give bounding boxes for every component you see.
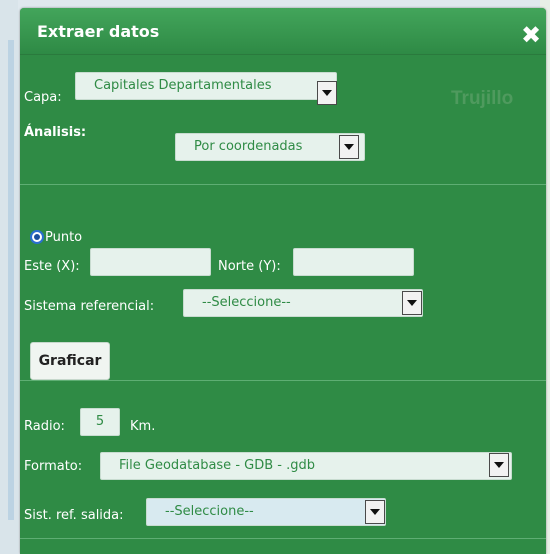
map-edge — [8, 40, 14, 520]
norte-label: Norte (Y): — [218, 259, 281, 274]
formato-label: Formato: — [24, 459, 83, 474]
sist-ref-salida-value: --Seleccione-- — [165, 504, 254, 519]
capa-select[interactable]: Capitales Departamentales — [75, 72, 337, 100]
dialog-title: Extraer datos — [37, 22, 160, 41]
capa-label: Capa: — [24, 90, 62, 105]
este-label: Este (X): — [24, 259, 80, 274]
section-divider-2 — [20, 380, 546, 381]
analisis-dropdown-arrow-icon[interactable] — [339, 135, 359, 159]
sist-ref-salida-select[interactable]: --Seleccione-- — [146, 498, 386, 526]
capa-select-value: Capitales Departamentales — [94, 78, 272, 93]
sistema-referencial-value: --Seleccione-- — [202, 295, 291, 310]
map-background-left — [0, 0, 18, 554]
radio-input-value: 5 — [95, 414, 105, 429]
norte-input[interactable] — [293, 248, 414, 276]
radio-unit-label: Km. — [130, 419, 156, 434]
analisis-select-value: Por coordenadas — [194, 139, 303, 154]
section-divider-3 — [20, 538, 546, 539]
este-input[interactable] — [90, 248, 211, 276]
analisis-label: Ánalisis: — [24, 125, 87, 140]
analisis-select[interactable]: Por coordenadas — [175, 133, 365, 161]
radio-label: Radio: — [24, 419, 65, 434]
map-watermark-label: Trujillo — [451, 88, 514, 109]
dialog-header: Extraer datos ✖ — [20, 8, 546, 55]
close-icon[interactable]: ✖ — [520, 23, 542, 47]
graficar-button[interactable]: Graficar — [30, 342, 110, 380]
punto-radio-label: Punto — [45, 230, 83, 245]
sistema-referencial-select[interactable]: --Seleccione-- — [183, 289, 423, 317]
sistema-referencial-label: Sistema referencial: — [24, 299, 155, 314]
sist-ref-salida-label: Sist. ref. salida: — [24, 508, 124, 523]
sistema-referencial-dropdown-arrow-icon[interactable] — [402, 291, 422, 315]
capa-dropdown-arrow-icon[interactable] — [317, 81, 337, 105]
formato-dropdown-arrow-icon[interactable] — [489, 453, 509, 477]
extract-data-dialog: Extraer datos ✖ Trujillo Capa: Capitales… — [20, 8, 546, 554]
formato-select[interactable]: File Geodatabase - GDB - .gdb — [100, 452, 512, 480]
radio-input[interactable]: 5 — [80, 408, 120, 436]
section-divider — [20, 184, 546, 185]
formato-select-value: File Geodatabase - GDB - .gdb — [119, 458, 315, 473]
sist-ref-salida-dropdown-arrow-icon[interactable] — [365, 500, 385, 524]
punto-radio-button[interactable] — [30, 230, 44, 244]
